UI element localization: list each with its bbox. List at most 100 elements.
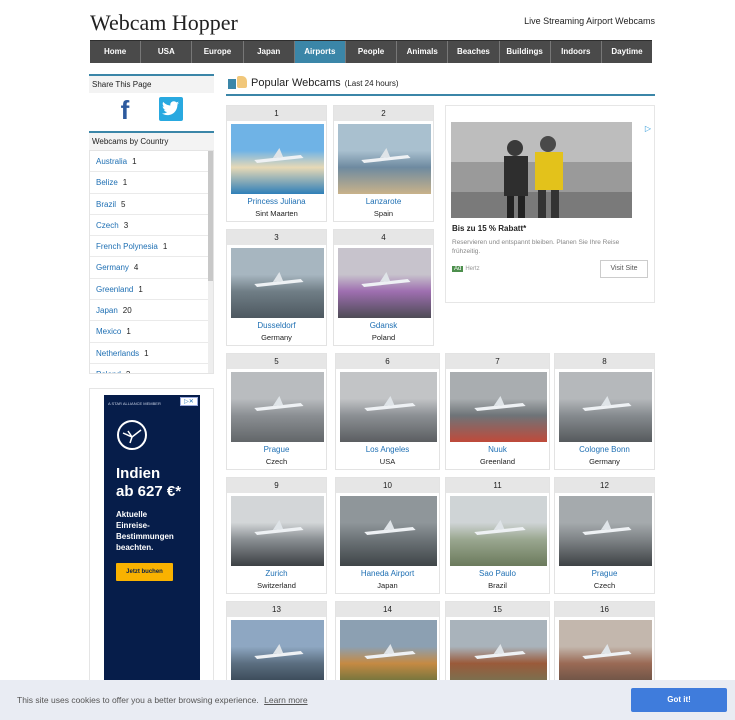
webcam-name-link[interactable]: Zurich: [227, 569, 326, 578]
nav-daytime[interactable]: Daytime: [602, 41, 652, 63]
country-list-box[interactable]: Australia 1 Belize 1 Brazil 5 Czech 3 French Pol…: [89, 150, 214, 374]
webcam-card[interactable]: 5 Prague Czech: [226, 353, 327, 470]
webcam-thumbnail[interactable]: [450, 372, 547, 442]
webcam-name-link[interactable]: Cologne Bonn: [555, 445, 654, 454]
webcam-rank: 6: [336, 354, 439, 369]
nav-airports[interactable]: Airports: [294, 41, 346, 63]
webcam-country: Greenland: [479, 457, 516, 466]
country-name[interactable]: Poland: [96, 370, 121, 373]
webcam-name-link[interactable]: Gdansk: [334, 321, 433, 330]
webcam-name-link[interactable]: Dusseldorf: [227, 321, 326, 330]
country-name[interactable]: Greenland: [96, 285, 133, 294]
country-name[interactable]: French Polynesia: [96, 242, 158, 251]
webcam-thumbnail[interactable]: [338, 248, 431, 318]
ad-title[interactable]: Bis zu 15 % Rabatt*: [452, 224, 526, 233]
nav-animals[interactable]: Animals: [397, 41, 449, 63]
nav-indoors[interactable]: Indoors: [551, 41, 602, 63]
nav-people[interactable]: People: [346, 41, 398, 63]
country-item[interactable]: Brazil 5: [90, 194, 208, 215]
webcam-name-link[interactable]: Haneda Airport: [336, 569, 439, 578]
webcam-name-link[interactable]: Lanzarote: [334, 197, 433, 206]
webcam-name-link[interactable]: Nuuk: [446, 445, 549, 454]
twitter-icon[interactable]: [159, 97, 183, 121]
scroll-thumb[interactable]: [208, 151, 213, 281]
webcam-thumbnail[interactable]: [231, 248, 324, 318]
nav-buildings[interactable]: Buildings: [500, 41, 551, 63]
nav-europe[interactable]: Europe: [192, 41, 244, 63]
country-item[interactable]: Japan 20: [90, 300, 208, 322]
webcam-card[interactable]: 10 Haneda Airport Japan: [335, 477, 440, 594]
country-name[interactable]: Germany: [96, 263, 129, 272]
ad-choices-icon[interactable]: ▷: [645, 124, 651, 133]
webcam-name-link[interactable]: Sao Paulo: [446, 569, 549, 578]
country-item[interactable]: French Polynesia 1: [90, 236, 208, 258]
webcam-card[interactable]: 11 Sao Paulo Brazil: [445, 477, 550, 594]
webcam-card[interactable]: 9 Zurich Switzerland: [226, 477, 327, 594]
webcam-thumbnail[interactable]: [450, 496, 547, 566]
country-item[interactable]: Mexico 1: [90, 321, 208, 343]
ad-brand: Hertz: [465, 266, 480, 272]
webcam-card[interactable]: 3 Dusseldorf Germany: [226, 229, 327, 346]
webcam-thumbnail[interactable]: [559, 496, 652, 566]
cookie-message: This site uses cookies to offer you a be…: [17, 695, 259, 705]
country-name[interactable]: Japan: [96, 306, 118, 315]
country-item[interactable]: Greenland 1: [90, 279, 208, 301]
country-item[interactable]: Germany 4: [90, 257, 208, 279]
webcam-name-link[interactable]: Princess Juliana: [227, 197, 326, 206]
webcam-country: Switzerland: [257, 581, 296, 590]
country-name[interactable]: Mexico: [96, 327, 121, 336]
learn-more-link[interactable]: Learn more: [264, 695, 307, 705]
webcam-card[interactable]: 7 Nuuk Greenland: [445, 353, 550, 470]
thumbs-up-icon: [237, 76, 247, 88]
ad-photo[interactable]: [451, 122, 632, 218]
webcam-name-link[interactable]: Prague: [555, 569, 654, 578]
webcam-card[interactable]: 12 Prague Czech: [554, 477, 655, 594]
webcam-thumbnail[interactable]: [231, 372, 324, 442]
webcam-rank: 16: [555, 602, 654, 617]
site-title[interactable]: Webcam Hopper: [90, 10, 238, 36]
nav-japan[interactable]: Japan: [244, 41, 295, 63]
country-count: 1: [126, 327, 131, 337]
country-item[interactable]: Belize 1: [90, 172, 208, 194]
webcam-name-link[interactable]: Prague: [227, 445, 326, 454]
country-item[interactable]: Poland 2: [90, 364, 208, 373]
ad-choices-icon[interactable]: ▷✕: [180, 397, 198, 406]
webcam-thumbnail[interactable]: [338, 124, 431, 194]
country-name[interactable]: Belize: [96, 178, 118, 187]
nav-beaches[interactable]: Beaches: [448, 41, 500, 63]
country-item[interactable]: Netherlands 1: [90, 343, 208, 364]
got-it-button[interactable]: Got it!: [631, 688, 727, 712]
country-name[interactable]: Brazil: [96, 200, 116, 209]
webcam-thumbnail[interactable]: [340, 372, 437, 442]
webcam-thumbnail[interactable]: [231, 496, 324, 566]
visit-site-button[interactable]: Visit Site: [600, 260, 648, 278]
ad-topline: A STAR ALLIANCE MEMBER: [108, 401, 161, 406]
webcam-country: Poland: [371, 333, 396, 342]
right-ad[interactable]: ▷ Bis zu 15 % Rabatt* Reservieren und en…: [445, 105, 655, 303]
webcam-thumbnail[interactable]: [559, 372, 652, 442]
country-name[interactable]: Netherlands: [96, 349, 139, 358]
country-item[interactable]: Australia 1: [90, 151, 208, 173]
webcam-country: Germany: [261, 333, 292, 342]
ad-book-button[interactable]: Jetzt buchen: [116, 563, 173, 581]
webcam-card[interactable]: 2 Lanzarote Spain: [333, 105, 434, 222]
webcam-card[interactable]: 4 Gdansk Poland: [333, 229, 434, 346]
country-name[interactable]: Australia: [96, 157, 127, 166]
webcam-card[interactable]: 6 Los Angeles USA: [335, 353, 440, 470]
share-row: f: [89, 93, 214, 131]
nav-usa[interactable]: USA: [141, 41, 193, 63]
country-name[interactable]: Czech: [96, 221, 119, 230]
nav-home[interactable]: Home: [90, 41, 142, 63]
webcam-card[interactable]: 8 Cologne Bonn Germany: [554, 353, 655, 470]
webcam-card[interactable]: 1 Princess Juliana Sint Maarten: [226, 105, 327, 222]
webcam-thumbnail[interactable]: [340, 496, 437, 566]
ad-headline-line-1: Indien: [116, 465, 161, 482]
webcam-name-link[interactable]: Los Angeles: [336, 445, 439, 454]
country-scrollbar[interactable]: [208, 151, 213, 373]
country-item[interactable]: Czech 3: [90, 215, 208, 237]
country-count: 1: [144, 348, 149, 358]
left-ad[interactable]: A STAR ALLIANCE MEMBER ▷✕ Indien ab 627 …: [104, 395, 200, 685]
webcam-thumbnail[interactable]: [231, 124, 324, 194]
facebook-icon[interactable]: f: [113, 97, 137, 123]
title-text: Popular Webcams: [251, 77, 341, 89]
